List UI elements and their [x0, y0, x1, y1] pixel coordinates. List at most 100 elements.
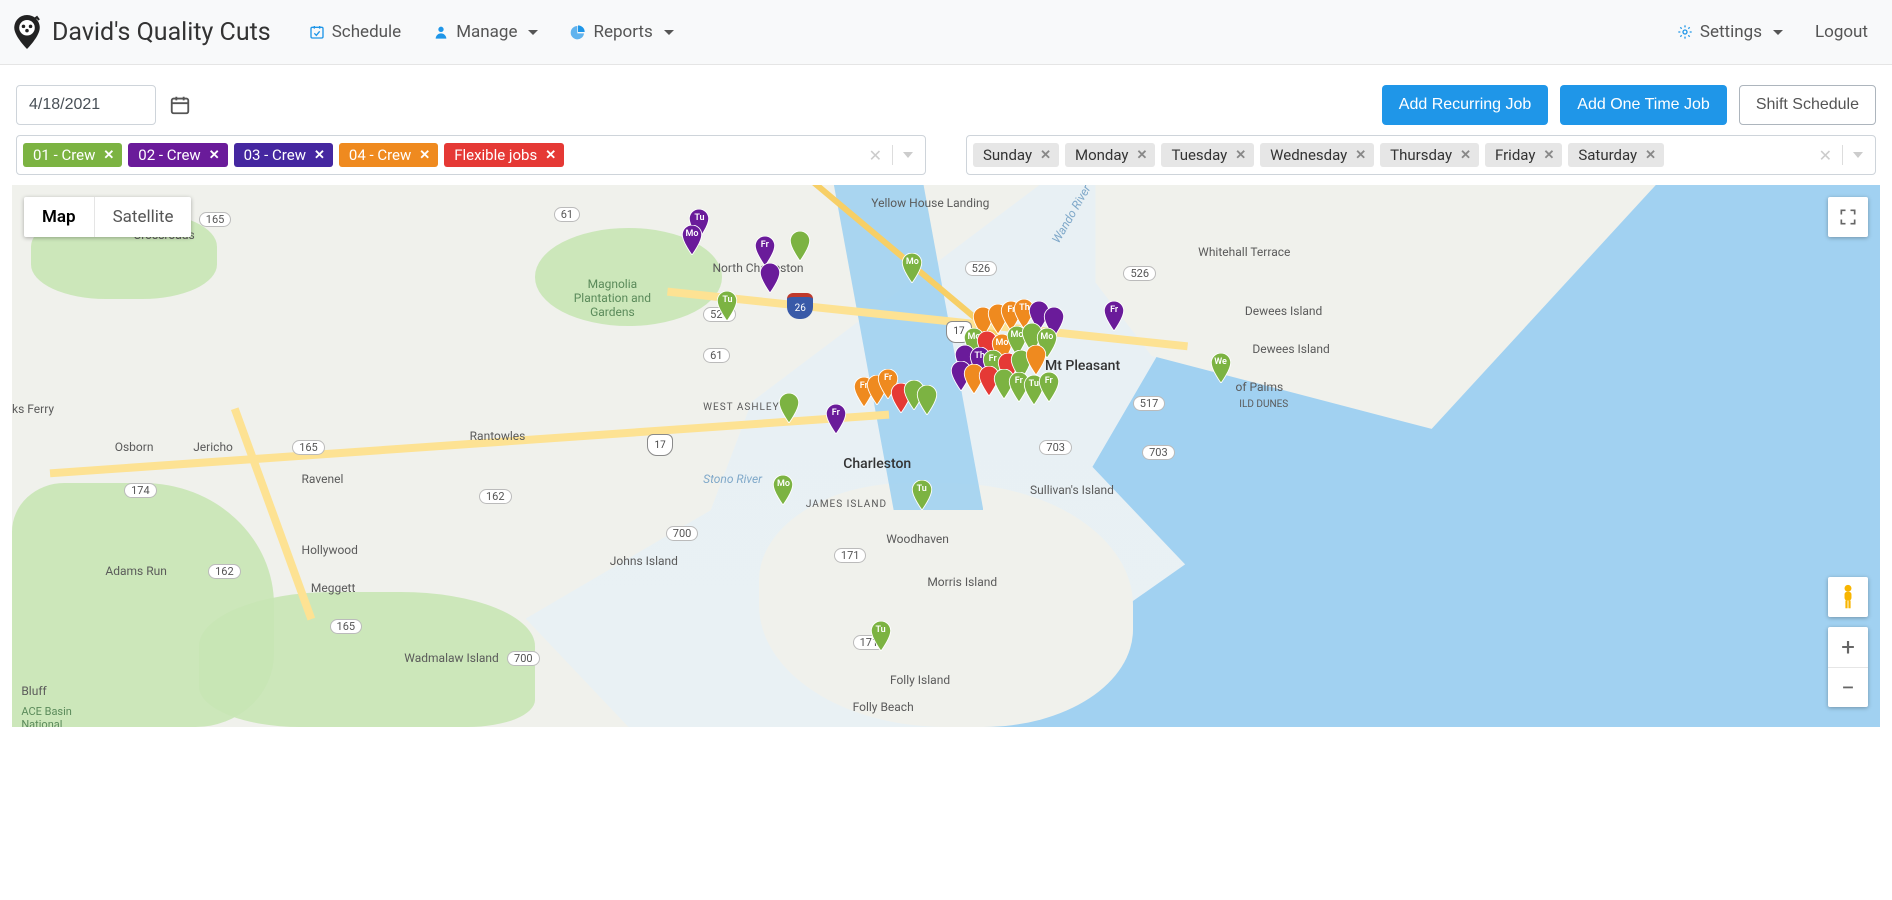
- map-canvas[interactable]: Yellow House Landing North Charleston Ch…: [12, 185, 1880, 727]
- tag-label: 03 - Crew: [244, 146, 306, 164]
- shift-schedule-button[interactable]: Shift Schedule: [1739, 85, 1876, 125]
- calendar-picker-button[interactable]: [168, 93, 192, 117]
- crew-tag[interactable]: 03 - Crew ✕: [234, 143, 333, 167]
- add-onetime-job-button[interactable]: Add One Time Job: [1560, 85, 1727, 125]
- caret-down-icon: [664, 30, 674, 35]
- chevron-down-icon[interactable]: [903, 152, 913, 158]
- map-marker[interactable]: Mo: [772, 475, 794, 505]
- map-marker[interactable]: Fr: [825, 404, 847, 434]
- nav-links: Schedule Manage Reports: [295, 14, 688, 50]
- clear-icon[interactable]: ✕: [1819, 146, 1832, 165]
- remove-tag-icon[interactable]: ✕: [1543, 148, 1554, 163]
- tag-label: Friday: [1495, 146, 1535, 164]
- nav-right: Settings Logout: [1663, 14, 1882, 50]
- map-type-map-button[interactable]: Map: [24, 197, 94, 237]
- map-type-satellite-button[interactable]: Satellite: [94, 197, 192, 237]
- tag-label: 01 - Crew: [33, 146, 95, 164]
- zoom-control: + −: [1828, 627, 1868, 707]
- map-marker[interactable]: Fr: [1103, 301, 1125, 331]
- day-tags: Sunday✕Monday✕Tuesday✕Wednesday✕Thursday…: [971, 141, 1666, 169]
- clear-icon[interactable]: ✕: [869, 146, 882, 165]
- zoom-out-button[interactable]: −: [1828, 667, 1868, 707]
- day-tag[interactable]: Saturday✕: [1568, 143, 1664, 167]
- fullscreen-button[interactable]: [1828, 197, 1868, 237]
- remove-tag-icon[interactable]: ✕: [1645, 148, 1656, 163]
- crew-filter-select[interactable]: 01 - Crew ✕ 02 - Crew ✕ 03 - Crew ✕ 04 - Crew ✕…: [16, 135, 926, 175]
- pie-chart-icon: [570, 24, 586, 40]
- nav-manage-label: Manage: [456, 22, 517, 42]
- tag-label: Thursday: [1390, 146, 1452, 164]
- date-input[interactable]: [16, 85, 156, 125]
- pegman-control[interactable]: [1828, 577, 1868, 617]
- remove-tag-icon[interactable]: ✕: [1040, 148, 1051, 163]
- nav-reports[interactable]: Reports: [556, 14, 687, 50]
- logo-icon: [10, 15, 44, 49]
- caret-down-icon: [528, 30, 538, 35]
- remove-tag-icon[interactable]: ✕: [103, 148, 114, 163]
- tag-label: Tuesday: [1171, 146, 1227, 164]
- crew-tag[interactable]: 04 - Crew ✕: [339, 143, 438, 167]
- tag-label: 04 - Crew: [349, 146, 411, 164]
- calendar-check-icon: [309, 24, 325, 40]
- nav-schedule-label: Schedule: [332, 22, 401, 42]
- day-filter-select[interactable]: Sunday✕Monday✕Tuesday✕Wednesday✕Thursday…: [966, 135, 1876, 175]
- map-marker[interactable]: [759, 263, 781, 293]
- day-tag[interactable]: Wednesday ✕: [1260, 143, 1374, 167]
- map-marker[interactable]: [1025, 345, 1047, 375]
- nav-logout-label: Logout: [1815, 22, 1868, 42]
- tag-label: Monday: [1075, 146, 1129, 164]
- calendar-icon: [169, 94, 191, 116]
- nav-manage[interactable]: Manage: [419, 14, 552, 50]
- day-tag[interactable]: Tuesday ✕: [1161, 143, 1254, 167]
- map-label: Sullivan's Island: [1030, 483, 1114, 497]
- crew-tag[interactable]: Flexible jobs ✕: [444, 143, 564, 167]
- day-tag[interactable]: Thursday ✕: [1380, 143, 1479, 167]
- map-marker[interactable]: Mo: [681, 225, 703, 255]
- nav-logout[interactable]: Logout: [1801, 14, 1882, 50]
- map-marker[interactable]: Tu: [716, 291, 738, 321]
- map-marker[interactable]: [789, 231, 811, 261]
- add-recurring-job-button[interactable]: Add Recurring Job: [1382, 85, 1549, 125]
- day-tag[interactable]: Monday ✕: [1065, 143, 1155, 167]
- remove-tag-icon[interactable]: ✕: [1137, 148, 1148, 163]
- remove-tag-icon[interactable]: ✕: [314, 148, 325, 163]
- crew-tags: 01 - Crew ✕ 02 - Crew ✕ 03 - Crew ✕ 04 - Crew ✕…: [21, 141, 566, 169]
- map-marker[interactable]: Tu: [911, 480, 933, 510]
- divider: [892, 145, 893, 165]
- gear-icon: [1677, 24, 1693, 40]
- remove-tag-icon[interactable]: ✕: [1355, 148, 1366, 163]
- map-marker[interactable]: Tu: [870, 621, 892, 651]
- remove-tag-icon[interactable]: ✕: [1460, 148, 1471, 163]
- user-icon: [433, 24, 449, 40]
- nav-settings[interactable]: Settings: [1663, 14, 1797, 50]
- tag-label: 02 - Crew: [138, 146, 200, 164]
- remove-tag-icon[interactable]: ✕: [1235, 148, 1246, 163]
- brand[interactable]: David's Quality Cuts: [10, 15, 271, 49]
- tag-label: Flexible jobs: [454, 146, 537, 164]
- nav-reports-label: Reports: [593, 22, 652, 42]
- map-marker[interactable]: Mo: [901, 253, 923, 283]
- map-label: Wando River: [1050, 185, 1094, 245]
- pegman-icon: [1839, 584, 1857, 610]
- chevron-down-icon[interactable]: [1853, 152, 1863, 158]
- navbar: David's Quality Cuts Schedule Manage Rep…: [0, 0, 1892, 65]
- map-marker[interactable]: Fr: [754, 236, 776, 266]
- remove-tag-icon[interactable]: ✕: [209, 148, 220, 163]
- map-type-control: Map Satellite: [24, 197, 191, 237]
- caret-down-icon: [1773, 30, 1783, 35]
- nav-schedule[interactable]: Schedule: [295, 14, 415, 50]
- map-marker[interactable]: We: [1210, 353, 1232, 383]
- map-marker[interactable]: [778, 393, 800, 423]
- map-marker[interactable]: Fr: [1038, 372, 1060, 402]
- crew-tag[interactable]: 01 - Crew ✕: [23, 143, 122, 167]
- remove-tag-icon[interactable]: ✕: [419, 148, 430, 163]
- day-tag[interactable]: Sunday✕: [973, 143, 1059, 167]
- tag-label: Wednesday: [1270, 146, 1347, 164]
- map-marker[interactable]: [916, 385, 938, 415]
- day-tag[interactable]: Friday ✕: [1485, 143, 1562, 167]
- multiselect-controls: ✕: [1819, 145, 1871, 165]
- remove-tag-icon[interactable]: ✕: [545, 148, 556, 163]
- crew-tag[interactable]: 02 - Crew ✕: [128, 143, 227, 167]
- zoom-in-button[interactable]: +: [1828, 627, 1868, 667]
- map[interactable]: Yellow House Landing North Charleston Ch…: [12, 185, 1880, 727]
